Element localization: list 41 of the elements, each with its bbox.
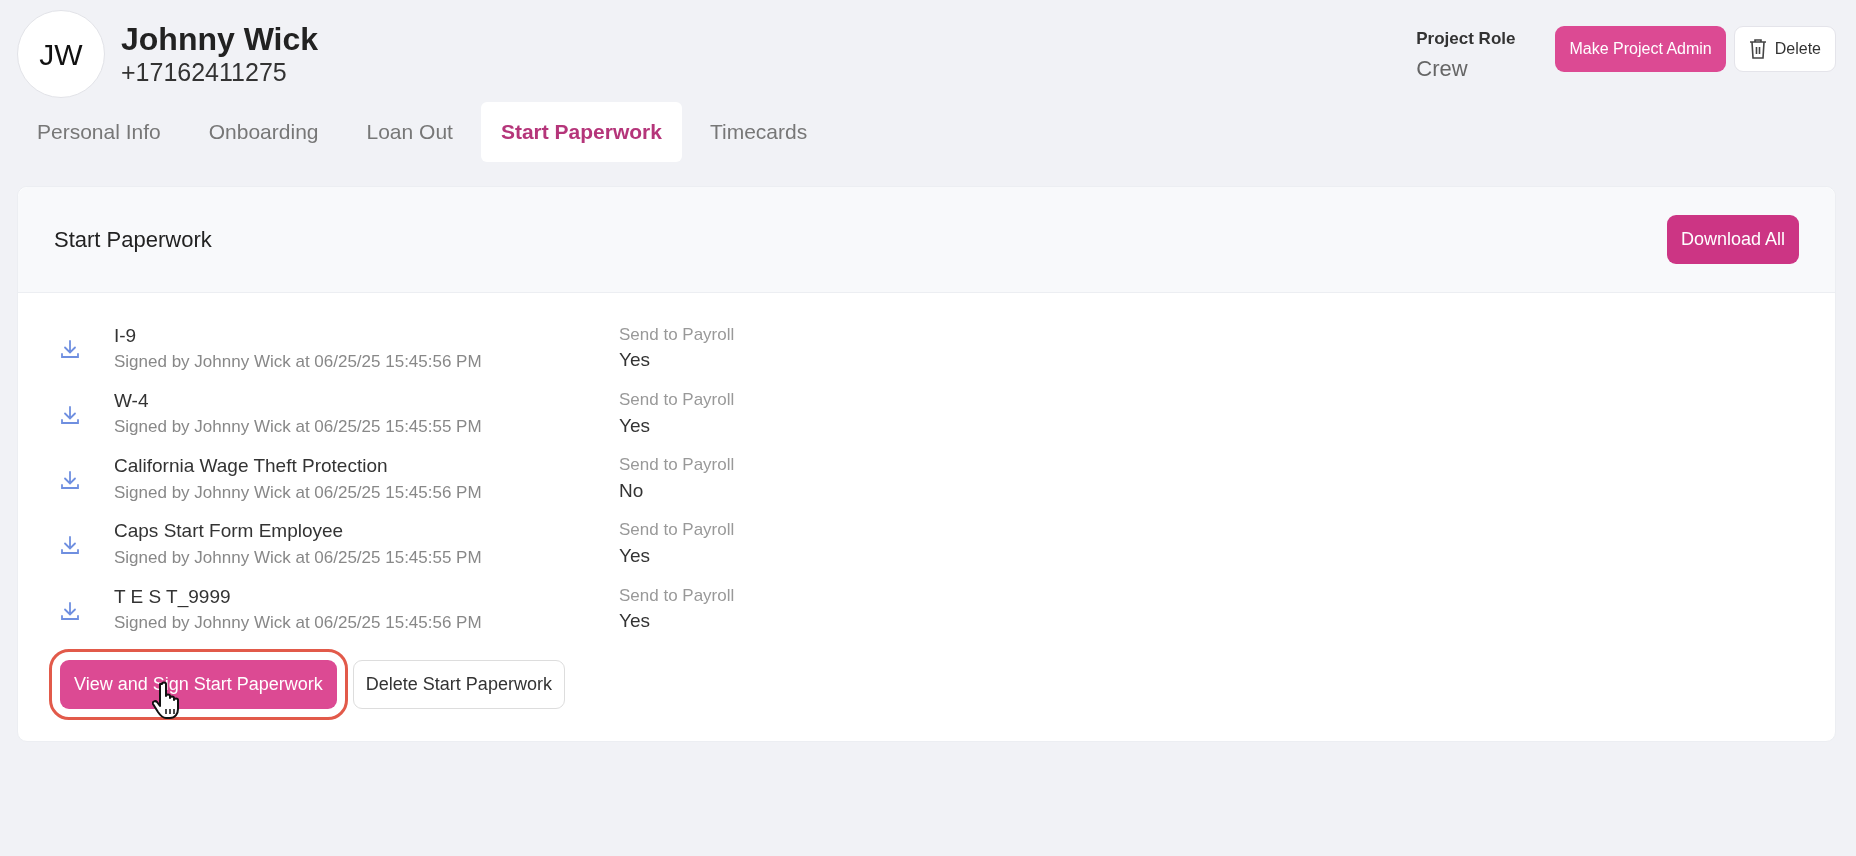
payroll-value: No [619,478,645,503]
payroll-label: Send to Payroll [619,584,735,607]
download-icon[interactable] [59,599,81,622]
make-admin-button[interactable]: Make Project Admin [1555,26,1726,72]
card-title: Start Paperwork [54,225,212,254]
document-name: California Wage Theft Protection [114,454,389,479]
tab[interactable]: Timecards [689,102,828,162]
tab[interactable]: Personal Info [17,102,181,162]
signed-info: Signed by Johnny Wick at 06/25/25 15:45:56 PM [114,351,483,374]
payroll-label: Send to Payroll [619,388,735,411]
profile-name: Johnny Wick [121,20,319,58]
download-icon[interactable] [59,469,81,491]
payroll-label: Send to Payroll [619,323,735,346]
payroll-value: Yes [619,348,651,373]
document-name: Caps Start Form Employee [114,519,345,544]
tab[interactable]: Onboarding [188,102,339,162]
delete-paperwork-button[interactable]: Delete Start Paperwork [352,660,565,709]
phone-number: +17162411275 [121,57,288,88]
download-icon[interactable] [59,534,81,557]
signed-info: Signed by Johnny Wick at 06/25/25 15:45:56 PM [114,612,483,635]
payroll-label: Send to Payroll [619,454,735,477]
trash-icon [1748,38,1767,60]
signed-info: Signed by Johnny Wick at 06/25/25 15:45:55 PM [114,547,483,570]
signed-info: Signed by Johnny Wick at 06/25/25 15:45:55 PM [114,416,483,439]
download-icon[interactable] [59,338,81,361]
document-name: T E S T_9999 [114,584,232,610]
tab[interactable]: Loan Out [346,102,473,162]
tab[interactable]: Start Paperwork [480,102,682,162]
delete-button[interactable]: Delete [1733,26,1836,72]
payroll-value: Yes [619,413,651,438]
download-icon[interactable] [59,403,81,426]
payroll-value: Yes [619,544,651,569]
role-label: Project Role [1416,28,1516,50]
document-name: I-9 [114,323,138,348]
role-value: Crew [1416,54,1469,83]
signed-info: Signed by Johnny Wick at 06/25/25 15:45:56 PM [114,481,483,504]
payroll-label: Send to Payroll [619,519,735,542]
download-all-button[interactable]: Download All [1666,214,1799,264]
payroll-value: Yes [619,609,651,634]
avatar-initials: JW [17,10,105,98]
document-name: W-4 [114,388,150,413]
